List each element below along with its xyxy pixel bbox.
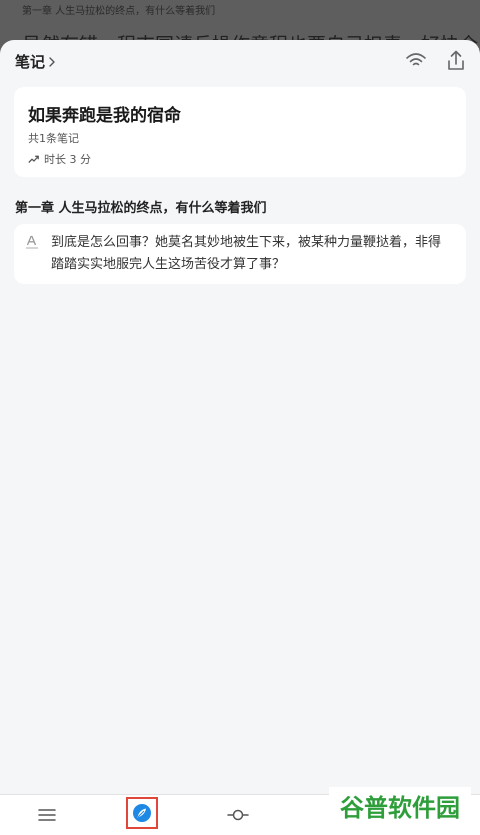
- menu-icon: [38, 809, 56, 821]
- text-note-icon: [26, 235, 38, 249]
- book-title: 如果奔跑是我的宿命: [28, 106, 181, 126]
- svg-text:谷普软件园: 谷普软件园: [340, 794, 460, 822]
- toolbar-menu-button[interactable]: [17, 795, 77, 835]
- watermark-logo: 谷普软件园: [329, 787, 471, 827]
- notes-title-link[interactable]: 笔记: [15, 51, 57, 72]
- toolbar-progress-button[interactable]: [208, 795, 268, 835]
- notes-title: 笔记: [15, 53, 46, 71]
- reading-duration: 时长 3 分: [28, 151, 91, 167]
- trend-up-icon: [28, 155, 39, 163]
- chevron-right-icon: [49, 56, 55, 67]
- reader-chapter-header: 第一章 人生马拉松的终点，有什么等着我们: [22, 6, 216, 17]
- watermark-logo-image: 谷普软件园: [340, 794, 460, 822]
- progress-icon: [227, 809, 249, 821]
- note-text: 到底是怎么回事？她莫名其妙地被生下来，被某种力量鞭挞着，非得踏踏实实地服完人生这…: [51, 235, 442, 272]
- toolbar-notes-button[interactable]: [112, 795, 172, 835]
- notes-sheet-header: 笔记: [0, 40, 480, 84]
- wireless-signal-icon[interactable]: [403, 48, 429, 74]
- share-icon[interactable]: [443, 48, 469, 74]
- book-summary-card[interactable]: 如果奔跑是我的宿命 共1条笔记 时长 3 分: [14, 87, 466, 177]
- feather-icon: [133, 804, 151, 822]
- chapter-title: 第一章 人生马拉松的终点，有什么等着我们: [15, 201, 267, 216]
- note-item[interactable]: 到底是怎么回事？她莫名其妙地被生下来，被某种力量鞭挞着，非得踏踏实实地服完人生这…: [14, 224, 466, 284]
- reading-duration-text: 时长 3 分: [44, 153, 91, 166]
- note-count: 共1条笔记: [28, 132, 79, 145]
- notes-sheet: 笔记 如果奔跑是我的宿命 共1条笔记 时长 3 分 第一章 人生马拉松的终点，有: [0, 40, 480, 835]
